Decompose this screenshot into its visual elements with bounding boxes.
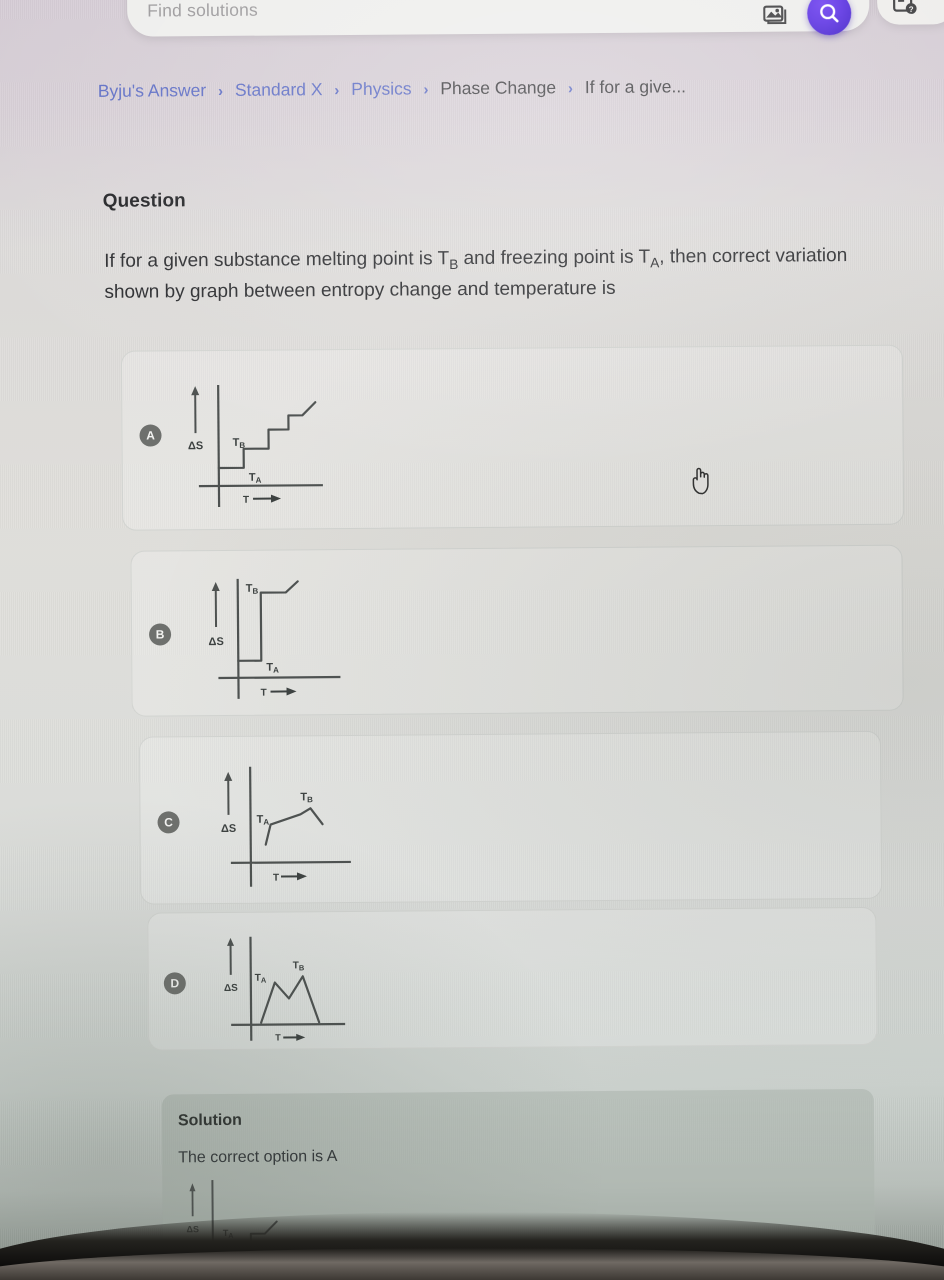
option-c-tb-label: TB bbox=[300, 791, 313, 804]
option-badge-c: C bbox=[157, 811, 180, 834]
option-b-x-label: T bbox=[261, 688, 267, 699]
option-c-ta-label: TA bbox=[256, 814, 269, 827]
option-d-tb-label: TB bbox=[293, 960, 305, 972]
option-c-x-label: T bbox=[273, 873, 279, 884]
option-badge-d: D bbox=[163, 972, 186, 995]
breadcrumb-item-0[interactable]: Byju's Answer bbox=[98, 80, 207, 101]
breadcrumb-separator: › bbox=[334, 82, 340, 100]
option-card-d[interactable]: D ΔS TA TB T bbox=[147, 906, 878, 1051]
photo-of-screen: Find solutions ? Byju's Answer › Standar… bbox=[0, 0, 944, 1280]
option-a-x-label: T bbox=[243, 495, 249, 506]
solution-text: The correct option is A bbox=[178, 1148, 338, 1167]
option-d-x-label: T bbox=[275, 1033, 281, 1043]
option-d-y-label: ΔS bbox=[224, 983, 238, 994]
breadcrumb-separator: › bbox=[423, 81, 429, 99]
device-screen: Find solutions ? Byju's Answer › Standar… bbox=[0, 0, 944, 1260]
question-text: If for a given substance melting point i… bbox=[104, 241, 874, 308]
option-figure-d: ΔS TA TB T bbox=[202, 918, 403, 1055]
option-a-ta-label: TA bbox=[249, 472, 262, 485]
solution-heading: Solution bbox=[177, 1111, 242, 1130]
option-b-y-label: ΔS bbox=[208, 636, 223, 648]
option-b-ta-label: TA bbox=[266, 662, 279, 675]
question-heading: Question bbox=[102, 190, 186, 212]
search-button[interactable] bbox=[807, 0, 852, 36]
breadcrumb: Byju's Answer › Standard X › Physics › P… bbox=[98, 76, 686, 102]
question-line1-c: , then correct bbox=[659, 245, 771, 268]
svg-text:?: ? bbox=[909, 5, 914, 14]
option-figure-b: ΔS TB TA T bbox=[188, 564, 389, 711]
option-card-a[interactable]: A ΔS TB TA T bbox=[120, 344, 905, 531]
image-icon[interactable] bbox=[763, 1, 789, 25]
search-input[interactable]: Find solutions bbox=[147, 0, 258, 22]
breadcrumb-item-3[interactable]: Phase Change bbox=[440, 77, 556, 98]
search-bar[interactable]: Find solutions bbox=[126, 0, 870, 37]
question-sub-b: B bbox=[449, 256, 459, 272]
question-line1-a: If for a given substance melting point i… bbox=[104, 248, 450, 272]
help-doc-icon[interactable]: ? bbox=[891, 0, 919, 22]
option-b-tb-label: TB bbox=[246, 583, 259, 596]
breadcrumb-separator: › bbox=[567, 80, 574, 98]
breadcrumb-item-4: If for a give... bbox=[584, 76, 687, 98]
option-card-b[interactable]: B ΔS TB TA T bbox=[130, 544, 904, 717]
breadcrumb-item-2[interactable]: Physics bbox=[351, 78, 411, 98]
option-figure-a: ΔS TB TA T bbox=[170, 372, 371, 519]
question-sub-a: A bbox=[650, 255, 660, 271]
option-figure-c: ΔS TA TB T bbox=[200, 752, 401, 899]
help-button[interactable]: ? bbox=[876, 0, 944, 25]
option-d-ta-label: TA bbox=[255, 973, 267, 985]
question-line1-b: and freezing point is T bbox=[458, 246, 651, 270]
breadcrumb-separator: › bbox=[218, 82, 224, 100]
option-card-c[interactable]: C ΔS TA TB T bbox=[138, 730, 883, 905]
search-bar-actions bbox=[763, 0, 852, 36]
option-a-tb-label: TB bbox=[233, 437, 246, 450]
option-badge-a: A bbox=[139, 424, 162, 447]
breadcrumb-item-1[interactable]: Standard X bbox=[235, 79, 323, 100]
mouse-cursor bbox=[690, 467, 714, 495]
option-c-y-label: ΔS bbox=[221, 823, 236, 835]
search-icon bbox=[820, 4, 839, 23]
option-a-y-label: ΔS bbox=[188, 440, 203, 452]
option-badge-b: B bbox=[149, 623, 172, 646]
